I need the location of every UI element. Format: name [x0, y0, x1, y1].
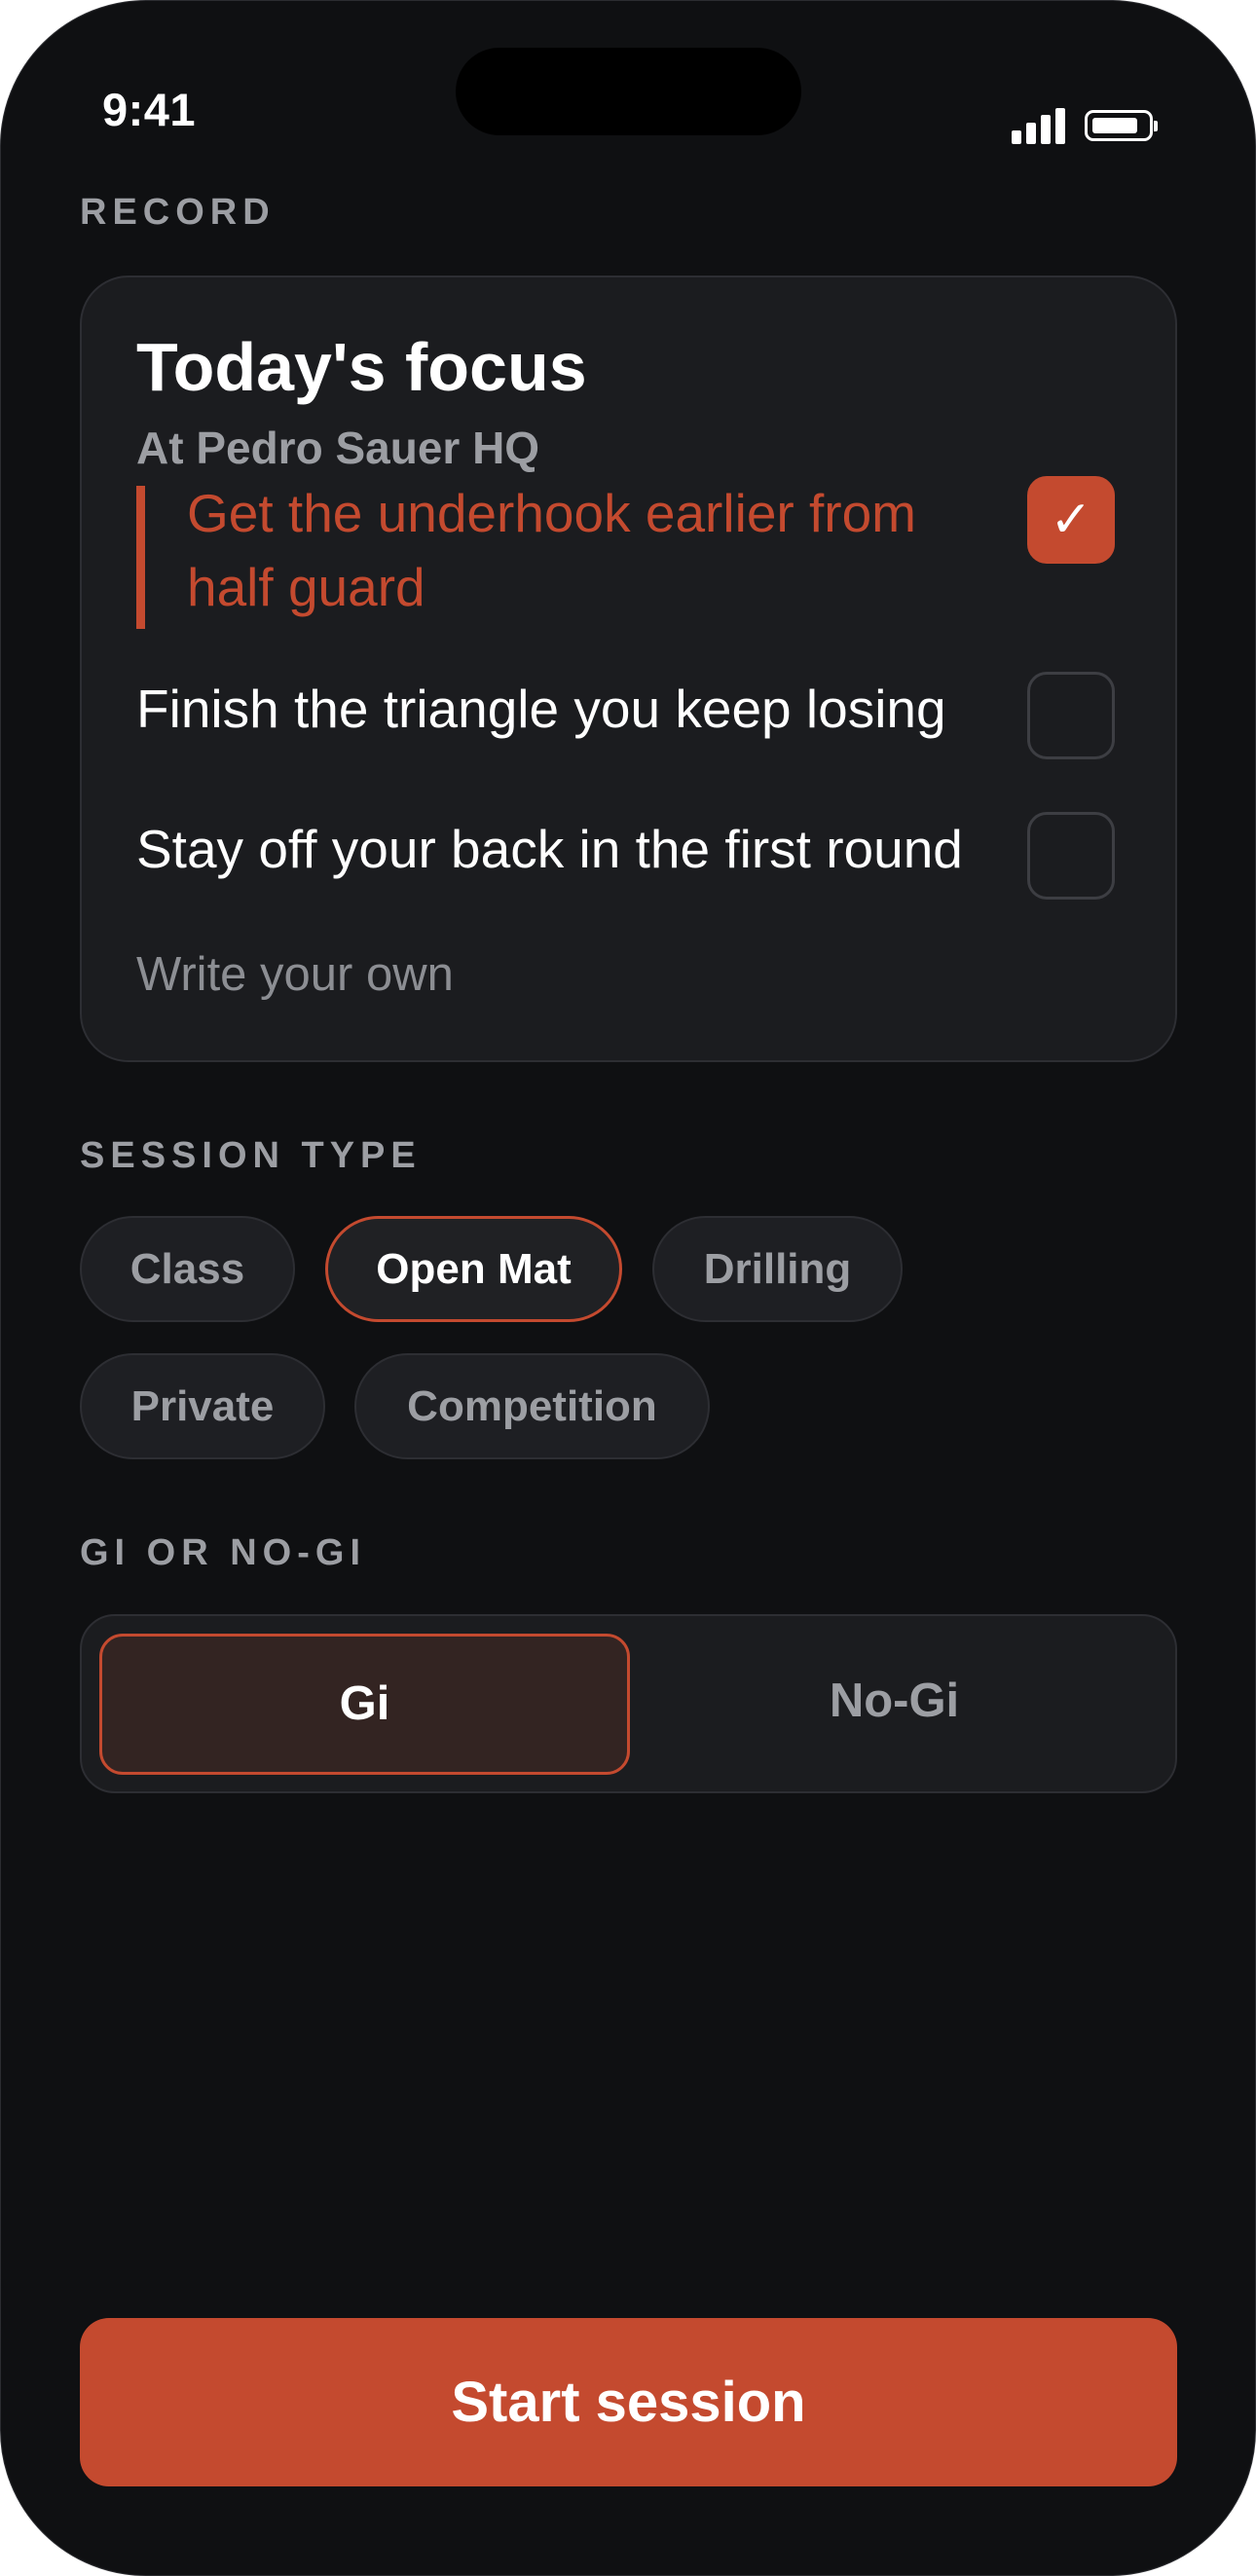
cellular-signal-icon: [1012, 108, 1065, 144]
gi-choice-section-label: GI OR NO-GI: [80, 1532, 366, 1573]
phone-screen: 9:41 RECORD Today's focus At Pedro Sauer…: [0, 0, 1256, 2576]
active-indicator-bar: [136, 486, 145, 629]
focus-item[interactable]: Get the underhook earlier from half guar…: [136, 476, 1115, 632]
record-section-label: RECORD: [80, 192, 276, 233]
gi-option[interactable]: Gi: [99, 1634, 630, 1775]
no-gi-option[interactable]: No-Gi: [629, 1634, 1160, 1775]
focus-item-text: Finish the triangle you keep losing: [136, 679, 946, 739]
focus-checkbox-checked[interactable]: ✓: [1027, 476, 1115, 564]
focus-item-text: Get the underhook earlier from half guar…: [187, 483, 916, 617]
focus-checkbox[interactable]: [1027, 812, 1115, 900]
battery-icon: [1085, 110, 1158, 141]
checkmark-icon: ✓: [1050, 492, 1092, 548]
session-type-section-label: SESSION TYPE: [80, 1135, 422, 1176]
write-your-own-input[interactable]: Write your own: [136, 947, 454, 1002]
focus-title: Today's focus: [136, 329, 587, 405]
dynamic-island: [456, 48, 801, 135]
status-time: 9:41: [102, 84, 197, 135]
session-type-chip-private[interactable]: Private: [80, 1353, 325, 1459]
focus-item[interactable]: Finish the triangle you keep losing: [136, 672, 1115, 759]
session-type-chip-competition[interactable]: Competition: [354, 1353, 710, 1459]
focus-item-text: Stay off your back in the first round: [136, 819, 963, 879]
todays-focus-card: Today's focus At Pedro Sauer HQ Get the …: [80, 276, 1177, 1062]
session-type-chip-open-mat[interactable]: Open Mat: [325, 1216, 622, 1322]
focus-checkbox[interactable]: [1027, 672, 1115, 759]
focus-item[interactable]: Stay off your back in the first round: [136, 812, 1115, 900]
session-type-chip-drilling[interactable]: Drilling: [652, 1216, 903, 1322]
focus-location: At Pedro Sauer HQ: [136, 423, 540, 473]
start-session-button[interactable]: Start session: [80, 2318, 1177, 2486]
gi-nogi-segmented-control: Gi No-Gi: [80, 1614, 1177, 1793]
session-type-chip-class[interactable]: Class: [80, 1216, 295, 1322]
